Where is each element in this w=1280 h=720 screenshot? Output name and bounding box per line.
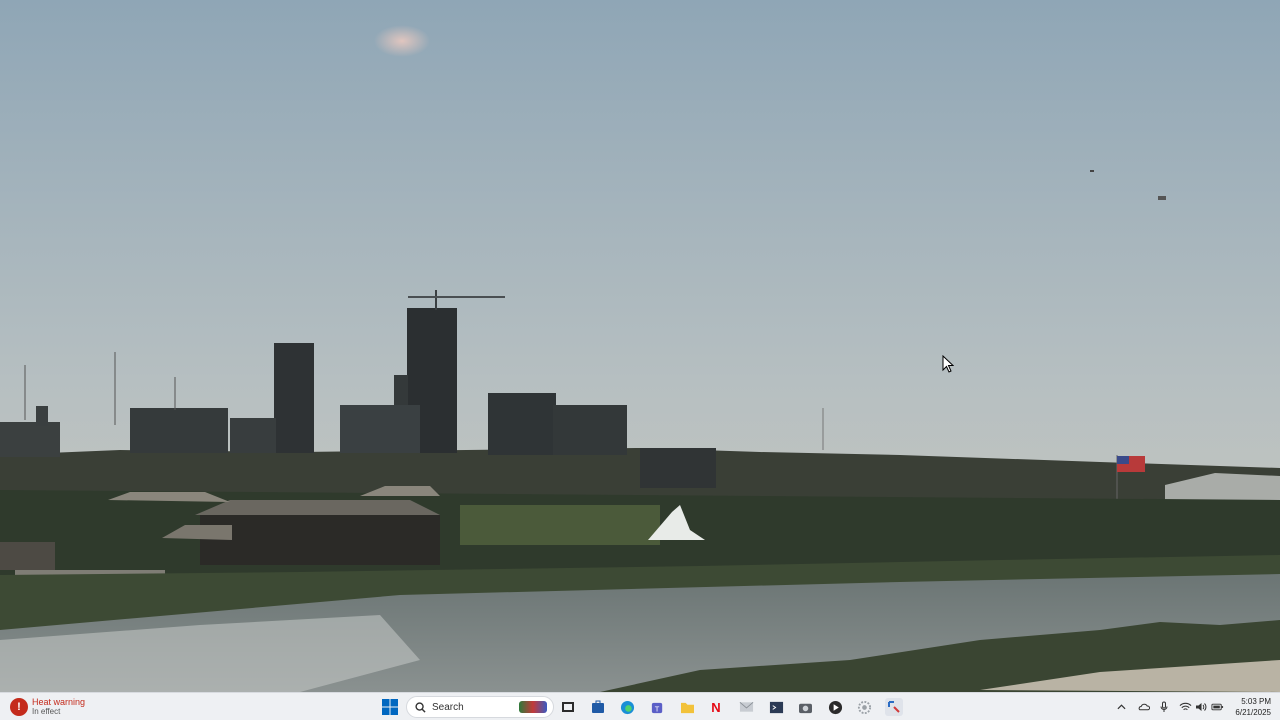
widget-title: Heat warning <box>32 697 86 707</box>
mail-icon <box>739 701 753 712</box>
snipping-tool-icon <box>888 701 900 713</box>
app-gear[interactable] <box>855 698 873 716</box>
taskbar-search[interactable]: Search <box>406 696 554 718</box>
tray-volume[interactable] <box>1193 698 1209 716</box>
microphone-icon <box>1160 701 1168 712</box>
store-icon <box>592 700 604 713</box>
terminal-icon <box>769 701 783 713</box>
app-store[interactable] <box>589 698 607 716</box>
windows-logo-icon <box>382 699 398 715</box>
camera-icon <box>798 703 812 713</box>
svg-text:T: T <box>654 704 659 713</box>
mouse-cursor-icon <box>942 355 954 373</box>
tray-microphone[interactable] <box>1156 698 1172 716</box>
app-edge[interactable] <box>618 698 636 716</box>
task-view-icon <box>562 702 574 712</box>
tray-battery[interactable] <box>1209 698 1225 716</box>
app-snip[interactable] <box>885 698 903 716</box>
app-camera[interactable] <box>796 698 814 716</box>
app-explorer[interactable] <box>678 698 696 716</box>
taskbar-clock[interactable]: 5:03 PM 6/21/2025 <box>1235 696 1271 718</box>
teams-icon: T <box>651 702 662 713</box>
widget-subtitle: In effect <box>32 707 61 716</box>
wifi-icon <box>1179 702 1191 711</box>
settings-icon <box>857 700 871 714</box>
app-mail[interactable] <box>737 698 755 716</box>
clock-date: 6/21/2025 <box>1235 708 1271 717</box>
chevron-up-icon <box>1116 704 1126 710</box>
start-button[interactable] <box>381 698 399 716</box>
tray-network[interactable] <box>1177 698 1193 716</box>
desktop-wallpaper <box>0 0 1280 692</box>
taskview-button[interactable] <box>559 698 577 716</box>
search-placeholder: Search <box>432 701 464 713</box>
heat-warning-icon: ! <box>10 698 28 716</box>
taskbar: ! Heat warning In effect Search T N 5:03… <box>0 692 1280 720</box>
app-netflix[interactable]: N <box>707 698 725 716</box>
edge-icon <box>620 700 634 714</box>
tray-onedrive[interactable] <box>1135 698 1151 716</box>
app-media[interactable] <box>826 698 844 716</box>
skyline-scene <box>0 0 1280 692</box>
folder-icon <box>680 702 694 713</box>
netflix-icon: N <box>711 699 721 715</box>
tray-overflow-button[interactable] <box>1113 698 1129 716</box>
media-player-icon <box>828 700 842 714</box>
battery-icon <box>1210 703 1223 711</box>
clock-time: 5:03 PM <box>1241 697 1271 706</box>
weather-widget[interactable]: ! Heat warning In effect <box>10 695 85 719</box>
onedrive-icon <box>1138 703 1150 711</box>
search-icon <box>415 701 426 713</box>
app-terminal[interactable] <box>767 698 785 716</box>
volume-icon <box>1196 703 1207 711</box>
search-highlight-icon <box>519 701 547 713</box>
app-teams[interactable]: T <box>648 698 666 716</box>
